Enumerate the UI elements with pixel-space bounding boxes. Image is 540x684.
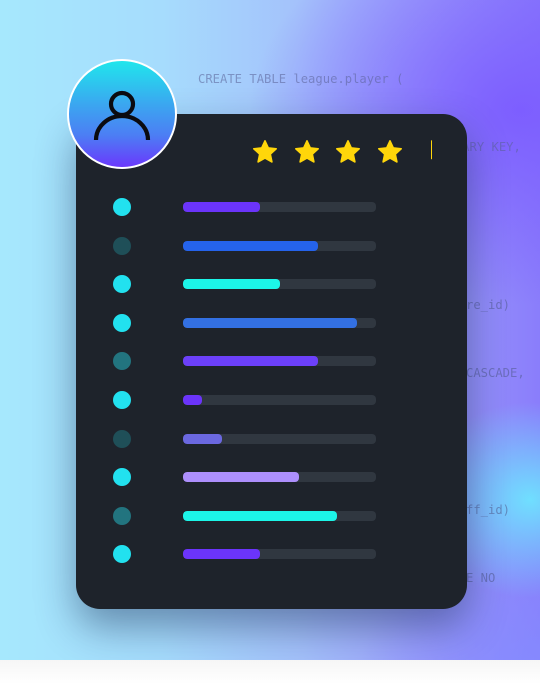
progress-track: [183, 433, 376, 444]
footer-area: [0, 660, 540, 684]
progress-track: [183, 240, 376, 251]
star-full-icon: [252, 139, 278, 165]
hero-background: CREATE TABLE league.player ( player_id I…: [0, 0, 540, 660]
progress-fill: [183, 433, 222, 444]
progress-track: [183, 549, 376, 560]
status-dot: [113, 545, 131, 564]
status-dot: [113, 429, 131, 448]
status-dot: [113, 236, 131, 255]
background-sql-code-right: re_id) CASCADE, ff_id) E NO: [466, 248, 525, 636]
status-dot: [113, 468, 131, 487]
stat-row: [0, 198, 400, 218]
code-line: CASCADE,: [466, 365, 525, 380]
star-full-icon: [294, 139, 320, 165]
status-dot: [113, 506, 131, 525]
progress-track: [183, 202, 376, 212]
progress-fill: [183, 279, 280, 290]
user-icon: [93, 90, 151, 141]
progress-track: [183, 356, 376, 367]
progress-track: [183, 395, 376, 405]
stat-row: [0, 545, 400, 565]
stat-row: [0, 313, 400, 334]
status-dot: [113, 198, 131, 216]
progress-fill: [183, 395, 203, 405]
code-line: CREATE TABLE league.player (: [198, 71, 404, 86]
code-line: ff_id): [466, 502, 511, 517]
stat-row: [0, 391, 400, 411]
stat-row: [0, 468, 400, 488]
progress-track: [183, 317, 376, 328]
code-line: re_id): [466, 297, 511, 312]
progress-fill: [183, 202, 261, 212]
progress-track: [183, 472, 376, 483]
status-dot: [113, 391, 131, 409]
stat-row: [0, 506, 400, 527]
stat-row: [0, 275, 400, 295]
progress-fill: [183, 510, 338, 521]
star-half-icon: [418, 139, 432, 165]
stat-row: [0, 236, 400, 257]
progress-track: [183, 510, 376, 521]
status-dot: [113, 313, 131, 332]
stat-row: [0, 429, 400, 450]
progress-fill: [183, 317, 357, 328]
progress-track: [183, 279, 376, 290]
progress-fill: [183, 472, 299, 483]
star-full-icon: [377, 139, 403, 165]
status-dot: [113, 352, 131, 371]
star-rating: [252, 139, 432, 169]
star-full-icon: [335, 139, 361, 165]
status-dot: [113, 275, 131, 294]
stat-row: [0, 352, 400, 372]
progress-fill: [183, 240, 319, 251]
avatar: [67, 59, 177, 169]
progress-fill: [183, 356, 319, 367]
progress-fill: [183, 549, 261, 560]
code-line: E NO: [466, 571, 496, 586]
